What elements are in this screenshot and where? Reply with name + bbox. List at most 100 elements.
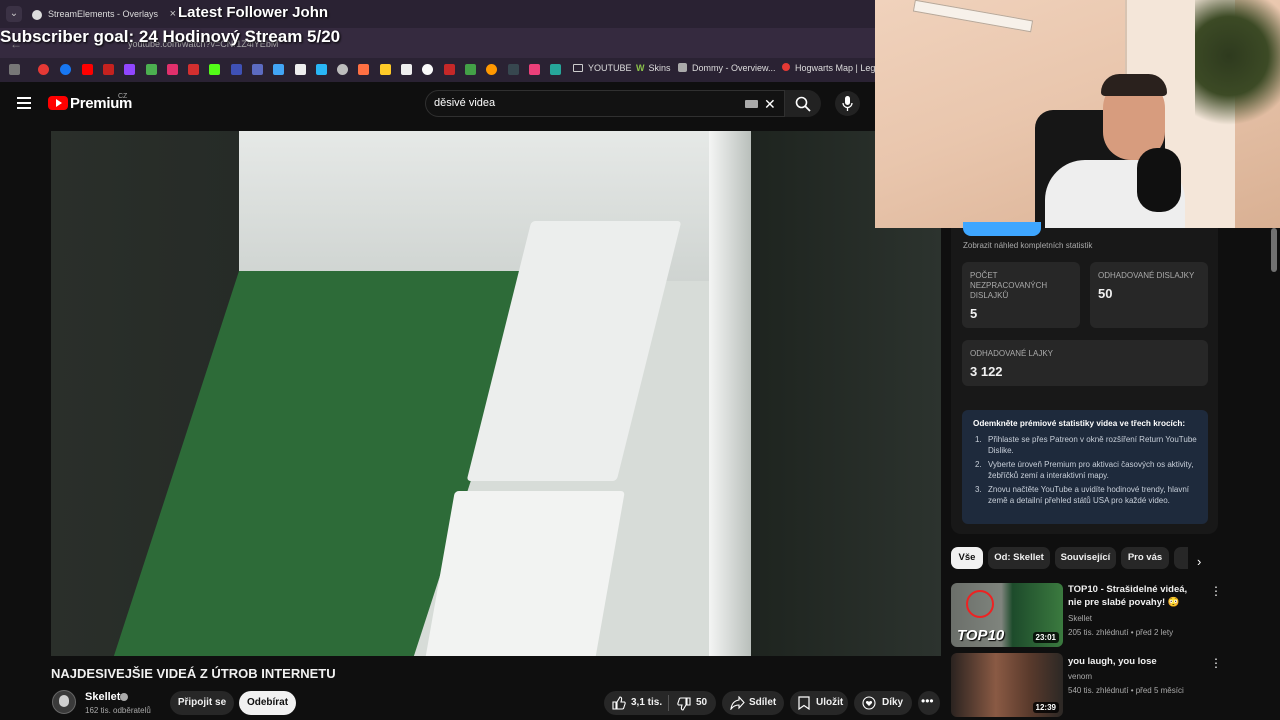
youtube-logo-icon[interactable] <box>48 96 68 110</box>
bookmark-hogwarts-map[interactable]: Hogwarts Map | Leg... <box>782 63 883 73</box>
twitch-icon[interactable] <box>124 64 135 75</box>
folder-icon <box>573 64 583 72</box>
bookmark-icon[interactable] <box>465 64 476 75</box>
promo-step: 3. Znovu načtěte YouTube a uvidíte hodino… <box>975 485 1200 506</box>
subscribe-button[interactable]: Odebírat <box>239 691 296 715</box>
join-button[interactable]: Připojit se <box>170 691 234 715</box>
step-number: 1. <box>975 435 982 444</box>
dislike-count[interactable]: 50 <box>696 697 707 708</box>
step-number: 3. <box>975 485 982 494</box>
bookmark-dommy[interactable]: Dommy - Overview... <box>678 63 776 73</box>
bookmark-icon[interactable] <box>231 64 242 75</box>
chip-from-channel[interactable]: Od: Skellet <box>988 547 1050 569</box>
video-player[interactable] <box>51 131 941 656</box>
red-circle-marker <box>966 590 994 618</box>
thanks-label: Díky <box>882 697 904 708</box>
bookmark-save-icon <box>798 696 810 710</box>
recommendation-channel[interactable]: venom <box>1068 672 1092 681</box>
estimated-likes-card: ODHADOVANÉ LAJKY 3 122 <box>962 340 1208 386</box>
thanks-button[interactable]: Díky <box>854 691 912 715</box>
like-count[interactable]: 3,1 tis. <box>631 697 662 708</box>
channel-avatar[interactable] <box>52 690 76 714</box>
bookmark-icon[interactable] <box>316 64 327 75</box>
thanks-heart-icon <box>862 696 876 710</box>
bookmark-icon[interactable] <box>273 64 284 75</box>
estimated-dislikes-value: 50 <box>1098 286 1113 301</box>
promo-step: 2. Vyberte úroveň Premium pro aktivaci ča… <box>975 460 1200 481</box>
stats-button[interactable] <box>963 222 1041 236</box>
gmail-icon[interactable] <box>103 64 114 75</box>
bookmark-icon[interactable] <box>529 64 540 75</box>
recommendation-title[interactable]: you laugh, you lose <box>1068 655 1200 668</box>
bookmark-icon[interactable] <box>252 64 263 75</box>
recommendation-thumbnail[interactable]: 12:39 <box>951 653 1063 717</box>
bookmark-icon[interactable] <box>422 64 433 75</box>
recommendation-menu-icon[interactable]: ⋮ <box>1210 584 1222 598</box>
bookmark-icon[interactable] <box>508 64 519 75</box>
bookmark-icon[interactable] <box>337 64 348 75</box>
recommendation-menu-icon[interactable]: ⋮ <box>1210 656 1222 670</box>
search-icon <box>795 96 811 112</box>
recommendation-channel[interactable]: Skellet <box>1068 614 1092 623</box>
streamer-hair <box>1101 74 1167 96</box>
raw-dislikes-label: POČET NEZPRACOVANÝCH DISLAJKŮ <box>970 271 1048 300</box>
search-button[interactable] <box>785 90 821 117</box>
instagram-icon[interactable] <box>167 64 178 75</box>
recommendation-title[interactable]: TOP10 - Strašidelné videá, nie pre slabé… <box>1068 583 1200 609</box>
channel-name[interactable]: Skellet <box>85 691 120 703</box>
share-label: Sdílet <box>749 697 777 708</box>
chip-overflow[interactable] <box>1174 547 1188 569</box>
bookmark-icon[interactable] <box>550 64 561 75</box>
bookmark-icon[interactable] <box>444 64 455 75</box>
more-icon: ••• <box>921 694 934 708</box>
tab-list-chevron-icon[interactable]: ⌄ <box>6 6 22 22</box>
full-stats-link[interactable]: Zobrazit náhled kompletních statistik <box>963 241 1092 250</box>
promo-title: Odemkněte prémiové statistiky videa ve t… <box>973 419 1186 428</box>
video-title: NAJDESIVEJŠIE VIDEÁ Z ÚTROB INTERNETU <box>51 666 336 681</box>
browser-tab[interactable]: StreamElements - Overlays × <box>28 2 180 26</box>
bookmark-icon[interactable] <box>295 64 306 75</box>
bookmark-icon[interactable] <box>188 64 199 75</box>
promo-step: 1. Přihlaste se přes Patreon v okně rozší… <box>975 435 1200 456</box>
w-icon: W <box>636 63 645 73</box>
youtube-icon[interactable] <box>82 64 93 75</box>
chip-related[interactable]: Související <box>1055 547 1116 569</box>
share-button[interactable]: Sdílet <box>722 691 784 715</box>
save-button[interactable]: Uložit <box>790 691 848 715</box>
bookmark-skins[interactable]: W Skins <box>636 63 671 73</box>
chip-for-you[interactable]: Pro vás <box>1121 547 1169 569</box>
webcam-overlay <box>875 0 1280 228</box>
verified-icon <box>120 693 128 701</box>
bookmark-icon[interactable] <box>38 64 49 75</box>
bookmark-icon[interactable] <box>358 64 369 75</box>
subscriber-count: 162 tis. odběratelů <box>85 706 151 715</box>
apps-grid-icon[interactable] <box>9 64 20 75</box>
step-text: Znovu načtěte YouTube a uvidíte hodinové… <box>988 485 1190 505</box>
raw-dislikes-card: POČET NEZPRACOVANÝCH DISLAJKŮ 5 <box>962 262 1080 328</box>
thumbnail-badge: TOP10 <box>957 627 1005 644</box>
recommendation-thumbnail[interactable]: TOP10 23:01 <box>951 583 1063 647</box>
voice-search-button[interactable] <box>835 91 860 116</box>
keyboard-icon[interactable] <box>745 100 758 108</box>
clear-search-icon[interactable]: ✕ <box>764 96 776 113</box>
bookmark-icon[interactable] <box>146 64 157 75</box>
like-icon[interactable] <box>612 696 626 710</box>
search-query[interactable]: děsivé videa <box>434 97 495 109</box>
step-text: Vyberte úroveň Premium pro aktivaci časo… <box>988 460 1194 480</box>
scrollbar-thumb[interactable] <box>1271 228 1277 272</box>
menu-icon[interactable] <box>17 97 31 109</box>
chips-next-icon[interactable]: › <box>1197 554 1201 569</box>
latest-follower-overlay: Latest Follower John <box>178 4 329 21</box>
kick-icon[interactable] <box>209 64 220 75</box>
estimated-dislikes-label: ODHADOVANÉ DISLAJKY <box>1098 271 1195 280</box>
dislike-icon[interactable] <box>677 697 691 711</box>
more-actions-button[interactable]: ••• <box>918 691 940 715</box>
bookmark-youtube[interactable]: YOUTUBE <box>573 63 632 73</box>
tab-close-icon[interactable]: × <box>170 2 176 26</box>
raw-dislikes-value: 5 <box>970 306 978 321</box>
facebook-icon[interactable] <box>60 64 71 75</box>
chip-all[interactable]: Vše <box>951 547 983 569</box>
bookmark-icon[interactable] <box>486 64 497 75</box>
bookmark-icon[interactable] <box>380 64 391 75</box>
bookmark-icon[interactable] <box>401 64 412 75</box>
